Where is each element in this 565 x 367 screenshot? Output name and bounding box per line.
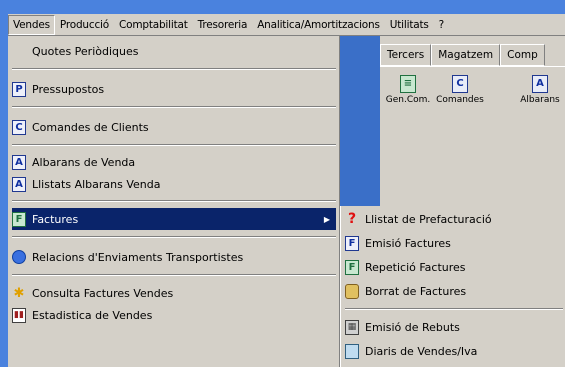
menu-utilitats[interactable]: Utilitats	[385, 16, 434, 34]
submenu-item-borrat-factures[interactable]: Borrat de Factures	[345, 280, 563, 302]
menu-item-albarans-venda[interactable]: A Albarans de Venda	[12, 151, 336, 173]
menu-separator	[12, 68, 336, 70]
menu-separator	[12, 144, 336, 146]
gen-com-label: Gen.Com.	[385, 95, 431, 105]
tab-tercers[interactable]: Tercers	[380, 44, 432, 66]
journal-icon	[345, 343, 359, 359]
menu-item-label: Albarans de Venda	[32, 155, 136, 169]
globe-icon	[12, 250, 26, 264]
menu-comptabilitat[interactable]: Comptabilitat	[114, 16, 193, 34]
menu-item-comandes-clients[interactable]: C Comandes de Clients	[12, 116, 336, 138]
invoice-icon: F	[12, 211, 26, 227]
toolbar-buttons: ≡ Gen.Com. C Comandes A Albarans	[380, 66, 565, 129]
menu-separator	[12, 236, 336, 238]
budget-icon: P	[12, 81, 26, 97]
submenu-item-llistat-prefacturacio[interactable]: ? Llistat de Prefacturació	[345, 208, 563, 230]
statistics-icon: ▮▮	[12, 307, 26, 323]
receipts-icon: ▦	[345, 319, 359, 335]
menu-analitica[interactable]: Analitica/Amortitzacions	[252, 16, 385, 34]
menu-item-relacions-enviaments[interactable]: Relacions d'Enviaments Transportistes	[12, 246, 336, 268]
gen-com-button[interactable]: ≡ Gen.Com.	[384, 75, 432, 105]
menu-vendes[interactable]: Vendes	[8, 14, 55, 35]
comandes-label: Comandes	[436, 95, 484, 105]
menu-produccio[interactable]: Producció	[55, 16, 114, 34]
vendes-dropdown: Quotes Periòdiques P Pressupostos C Coma…	[8, 36, 340, 367]
menu-item-label: Estadistica de Vendes	[32, 308, 153, 322]
submenu-item-label: Emisió de Rebuts	[365, 320, 460, 334]
submenu-item-label: Emisió Factures	[365, 236, 451, 250]
submenu-item-label: Borrat de Factures	[365, 284, 467, 298]
submenu-item-emisio-rebuts[interactable]: ▦ Emisió de Rebuts	[345, 316, 563, 338]
menu-item-quotes-periodiques[interactable]: Quotes Periòdiques	[12, 40, 336, 62]
repeat-invoice-icon: F	[345, 259, 359, 275]
menu-item-estadistica-vendes[interactable]: ▮▮ Estadistica de Vendes	[12, 304, 336, 326]
orders-icon: C	[12, 119, 26, 135]
menu-item-factures[interactable]: F Factures ▶	[12, 208, 336, 230]
delivery-note-icon: A	[12, 154, 26, 170]
delivery-list-icon: A	[12, 176, 26, 192]
menu-bar: Vendes Producció Comptabilitat Tresoreri…	[8, 14, 565, 36]
menu-separator	[12, 106, 336, 108]
toolbar-tabs: Tercers Magatzem Comp	[380, 44, 545, 66]
albarans-button[interactable]: A Albarans	[518, 75, 562, 105]
menu-item-label: Pressupostos	[32, 82, 105, 96]
menu-help[interactable]: ?	[434, 16, 449, 34]
workspace-strip	[340, 36, 380, 206]
tab-comp[interactable]: Comp	[500, 44, 545, 66]
question-icon: ?	[347, 210, 357, 227]
submenu-item-label: Diaris de Vendes/Iva	[365, 344, 478, 358]
orders-icon: C	[452, 75, 468, 93]
submenu-item-diaris-vendes-iva[interactable]: Diaris de Vendes/Iva	[345, 340, 563, 362]
tab-magatzem[interactable]: Magatzem	[431, 44, 501, 66]
albarans-label: Albarans	[520, 95, 560, 105]
comandes-button[interactable]: C Comandes	[436, 75, 484, 105]
menu-item-llistats-albarans[interactable]: A Llistats Albarans Venda	[12, 173, 336, 195]
submenu-item-emisio-factures[interactable]: F Emisió Factures	[345, 232, 563, 254]
menu-item-label: Comandes de Clients	[32, 120, 149, 134]
submenu-item-repeticio-factures[interactable]: F Repetició Factures	[345, 256, 563, 278]
menu-item-pressupostos[interactable]: P Pressupostos	[12, 78, 336, 100]
factures-submenu: ? Llistat de Prefacturació F Emisió Fact…	[340, 206, 565, 367]
invoice-icon: F	[345, 235, 359, 251]
generate-commands-icon: ≡	[400, 75, 416, 93]
submenu-item-label: Repetició Factures	[365, 260, 466, 274]
menu-item-label: Relacions d'Enviaments Transportistes	[32, 250, 244, 264]
menu-separator	[345, 308, 563, 310]
menu-tresoreria[interactable]: Tresoreria	[193, 16, 253, 34]
menu-item-label: Quotes Periòdiques	[32, 44, 139, 58]
submenu-item-label: Llistat de Prefacturació	[365, 212, 492, 226]
menu-separator	[12, 200, 336, 202]
submenu-arrow-icon: ▶	[323, 214, 330, 224]
runner-icon: ✱	[13, 285, 25, 301]
menu-item-label: Llistats Albarans Venda	[32, 177, 161, 191]
menu-separator	[12, 274, 336, 276]
menu-item-label: Factures	[32, 212, 79, 226]
delivery-notes-icon: A	[532, 75, 548, 93]
menu-item-consulta-factures[interactable]: ✱ Consulta Factures Vendes	[12, 282, 336, 304]
menu-item-label: Consulta Factures Vendes	[32, 286, 174, 300]
database-icon	[345, 283, 359, 299]
